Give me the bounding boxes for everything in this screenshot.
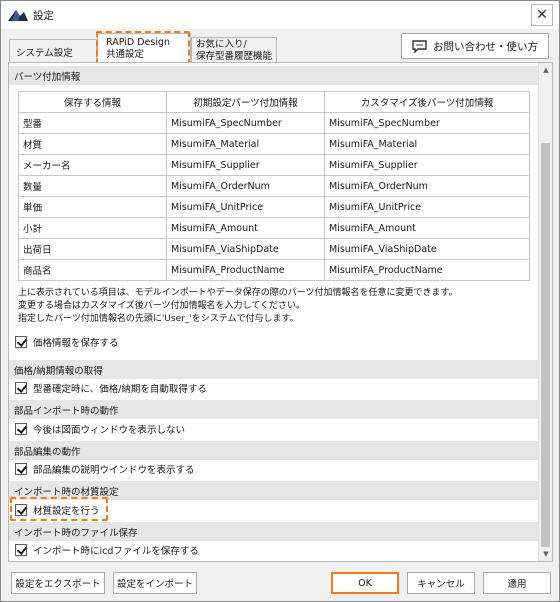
ok-button[interactable]: OK bbox=[331, 572, 399, 594]
inquiry-label: お問い合わせ・使い方 bbox=[433, 40, 538, 53]
column-header: 保存する情報 bbox=[18, 91, 167, 113]
custom-info-cell[interactable]: MisumiFA_SpecNumber bbox=[324, 112, 530, 134]
custom-info-cell[interactable]: MisumiFA_ViaShipDate bbox=[324, 238, 530, 260]
default-info-cell: MisumiFA_Material bbox=[166, 133, 325, 155]
info-name-cell: 型番 bbox=[18, 112, 167, 134]
info-name-cell: メーカー名 bbox=[18, 154, 167, 176]
material-setting-checkbox[interactable] bbox=[15, 504, 27, 516]
app-logo-icon bbox=[8, 10, 28, 21]
default-info-cell: MisumiFA_Supplier bbox=[166, 154, 325, 176]
checkbox-label: 価格情報を保存する bbox=[33, 338, 119, 349]
import-settings-button[interactable]: 設定をインポート bbox=[113, 572, 197, 594]
section-import-behavior: 部品インポート時の動作 bbox=[9, 400, 539, 419]
custom-info-cell[interactable]: MisumiFA_Supplier bbox=[324, 154, 530, 176]
settings-window: 設定 ✕ システム設定 RAPiD Design 共通設定 お気に入り/ 保存型… bbox=[0, 0, 560, 602]
section-price-delivery: 価格/納期情報の取得 bbox=[9, 360, 539, 379]
tab-label-line2: 共通設定 bbox=[106, 49, 145, 60]
save-icd-checkbox-row[interactable]: インポート時にicdファイルを保存する bbox=[15, 541, 199, 559]
table-row: 商品名 MisumiFA_ProductName MisumiFA_Produc… bbox=[18, 259, 530, 281]
info-name-cell: 単価 bbox=[18, 196, 167, 218]
section-file-save: インポート時のファイル保存 bbox=[9, 522, 539, 541]
window-title: 設定 bbox=[33, 10, 54, 22]
inquiry-help-button[interactable]: お問い合わせ・使い方 bbox=[401, 33, 549, 59]
note-line: 変更する場合はカスタマイズ後パーツ付加情報名を入力してください。 bbox=[18, 301, 306, 311]
default-info-cell: MisumiFA_UnitPrice bbox=[166, 196, 325, 218]
table-row: 数量 MisumiFA_OrderNum MisumiFA_OrderNum bbox=[18, 175, 530, 197]
save-price-checkbox[interactable] bbox=[15, 336, 27, 348]
info-name-cell: 数量 bbox=[18, 175, 167, 197]
table-row: 型番 MisumiFA_SpecNumber MisumiFA_SpecNumb… bbox=[18, 112, 530, 134]
no-drawing-window-checkbox[interactable] bbox=[15, 423, 27, 435]
table-row: メーカー名 MisumiFA_Supplier MisumiFA_Supplie… bbox=[18, 154, 530, 176]
tab-favorites-history[interactable]: お気に入り/ 保存型番履歴機能 bbox=[191, 37, 277, 63]
edit-description-checkbox[interactable] bbox=[15, 463, 27, 475]
settings-content-panel: パーツ付加情報 保存する情報 初期設定パーツ付加情報 カスタマイズ後パーツ付加情… bbox=[8, 62, 553, 562]
note-line: 上に表示されている項目は、モデルインポートやデータ保存の際のパーツ付加情報名を任… bbox=[18, 288, 458, 298]
default-info-cell: MisumiFA_ViaShipDate bbox=[166, 238, 325, 260]
checkbox-label: 材質設定を行う bbox=[33, 506, 100, 517]
table-row: 出荷日 MisumiFA_ViaShipDate MisumiFA_ViaShi… bbox=[18, 238, 530, 260]
tab-label: システム設定 bbox=[16, 48, 73, 59]
chat-bubble-icon bbox=[412, 39, 427, 53]
close-button[interactable]: ✕ bbox=[531, 4, 553, 26]
checkbox-label: 部品編集の説明ウインドウを表示する bbox=[33, 465, 195, 476]
section-parts-info: パーツ付加情報 bbox=[9, 66, 539, 85]
default-info-cell: MisumiFA_ProductName bbox=[166, 259, 325, 281]
material-checkbox-row[interactable]: 材質設定を行う bbox=[15, 501, 100, 519]
tab-label-line1: お気に入り/ bbox=[196, 39, 247, 50]
tab-rapid-design-common[interactable]: RAPiD Design 共通設定 bbox=[97, 33, 191, 63]
table-row: 材質 MisumiFA_Material MisumiFA_Material bbox=[18, 133, 530, 155]
custom-info-cell[interactable]: MisumiFA_ProductName bbox=[324, 259, 530, 281]
tab-label-line1: RAPiD Design bbox=[106, 37, 171, 48]
auto-price-checkbox[interactable] bbox=[15, 382, 27, 394]
info-name-cell: 出荷日 bbox=[18, 238, 167, 260]
close-icon: ✕ bbox=[536, 7, 548, 23]
no-drawing-checkbox-row[interactable]: 今後は図面ウィンドウを表示しない bbox=[15, 420, 185, 438]
column-header: 初期設定パーツ付加情報 bbox=[166, 91, 325, 113]
scroll-down-arrow-icon[interactable]: ▼ bbox=[541, 549, 551, 559]
export-settings-button[interactable]: 設定をエクスポート bbox=[11, 572, 105, 594]
custom-info-cell[interactable]: MisumiFA_OrderNum bbox=[324, 175, 530, 197]
custom-info-cell[interactable]: MisumiFA_Material bbox=[324, 133, 530, 155]
checkbox-label: 型番確定時に、価格/納期を自動取得する bbox=[33, 384, 207, 395]
info-name-cell: 材質 bbox=[18, 133, 167, 155]
scroll-up-arrow-icon[interactable]: ▲ bbox=[541, 65, 551, 75]
note-line: 指定したパーツ付加情報名の先頭に'User_'をシステムで付与します。 bbox=[18, 314, 299, 324]
parts-info-table: 保存する情報 初期設定パーツ付加情報 カスタマイズ後パーツ付加情報 型番 Mis… bbox=[18, 91, 530, 281]
auto-price-checkbox-row[interactable]: 型番確定時に、価格/納期を自動取得する bbox=[15, 379, 207, 397]
default-info-cell: MisumiFA_Amount bbox=[166, 217, 325, 239]
info-name-cell: 小計 bbox=[18, 217, 167, 239]
parts-info-note: 上に表示されている項目は、モデルインポートやデータ保存の際のパーツ付加情報名を任… bbox=[18, 287, 458, 326]
section-material-setting: インポート時の材質設定 bbox=[9, 481, 539, 500]
default-info-cell: MisumiFA_OrderNum bbox=[166, 175, 325, 197]
apply-button[interactable]: 適用 bbox=[483, 572, 551, 594]
edit-desc-checkbox-row[interactable]: 部品編集の説明ウインドウを表示する bbox=[15, 460, 195, 478]
checkbox-label: 今後は図面ウィンドウを表示しない bbox=[33, 425, 186, 436]
table-row: 単価 MisumiFA_UnitPrice MisumiFA_UnitPrice bbox=[18, 196, 530, 218]
default-info-cell: MisumiFA_SpecNumber bbox=[166, 112, 325, 134]
column-header: カスタマイズ後パーツ付加情報 bbox=[324, 91, 530, 113]
custom-info-cell[interactable]: MisumiFA_UnitPrice bbox=[324, 196, 530, 218]
save-icd-checkbox[interactable] bbox=[15, 544, 27, 556]
section-edit-behavior: 部品編集の動作 bbox=[9, 441, 539, 460]
cancel-button[interactable]: キャンセル bbox=[407, 572, 475, 594]
title-bar: 設定 ✕ bbox=[1, 1, 559, 29]
tab-system-settings[interactable]: システム設定 bbox=[9, 39, 97, 62]
vertical-scrollbar[interactable]: ▲ ▼ bbox=[538, 63, 552, 561]
save-price-checkbox-row[interactable]: 価格情報を保存する bbox=[15, 333, 119, 351]
info-name-cell: 商品名 bbox=[18, 259, 167, 281]
scroll-thumb[interactable] bbox=[541, 143, 550, 547]
table-row: 小計 MisumiFA_Amount MisumiFA_Amount bbox=[18, 217, 530, 239]
custom-info-cell[interactable]: MisumiFA_Amount bbox=[324, 217, 530, 239]
checkbox-label: インポート時にicdファイルを保存する bbox=[33, 546, 199, 557]
